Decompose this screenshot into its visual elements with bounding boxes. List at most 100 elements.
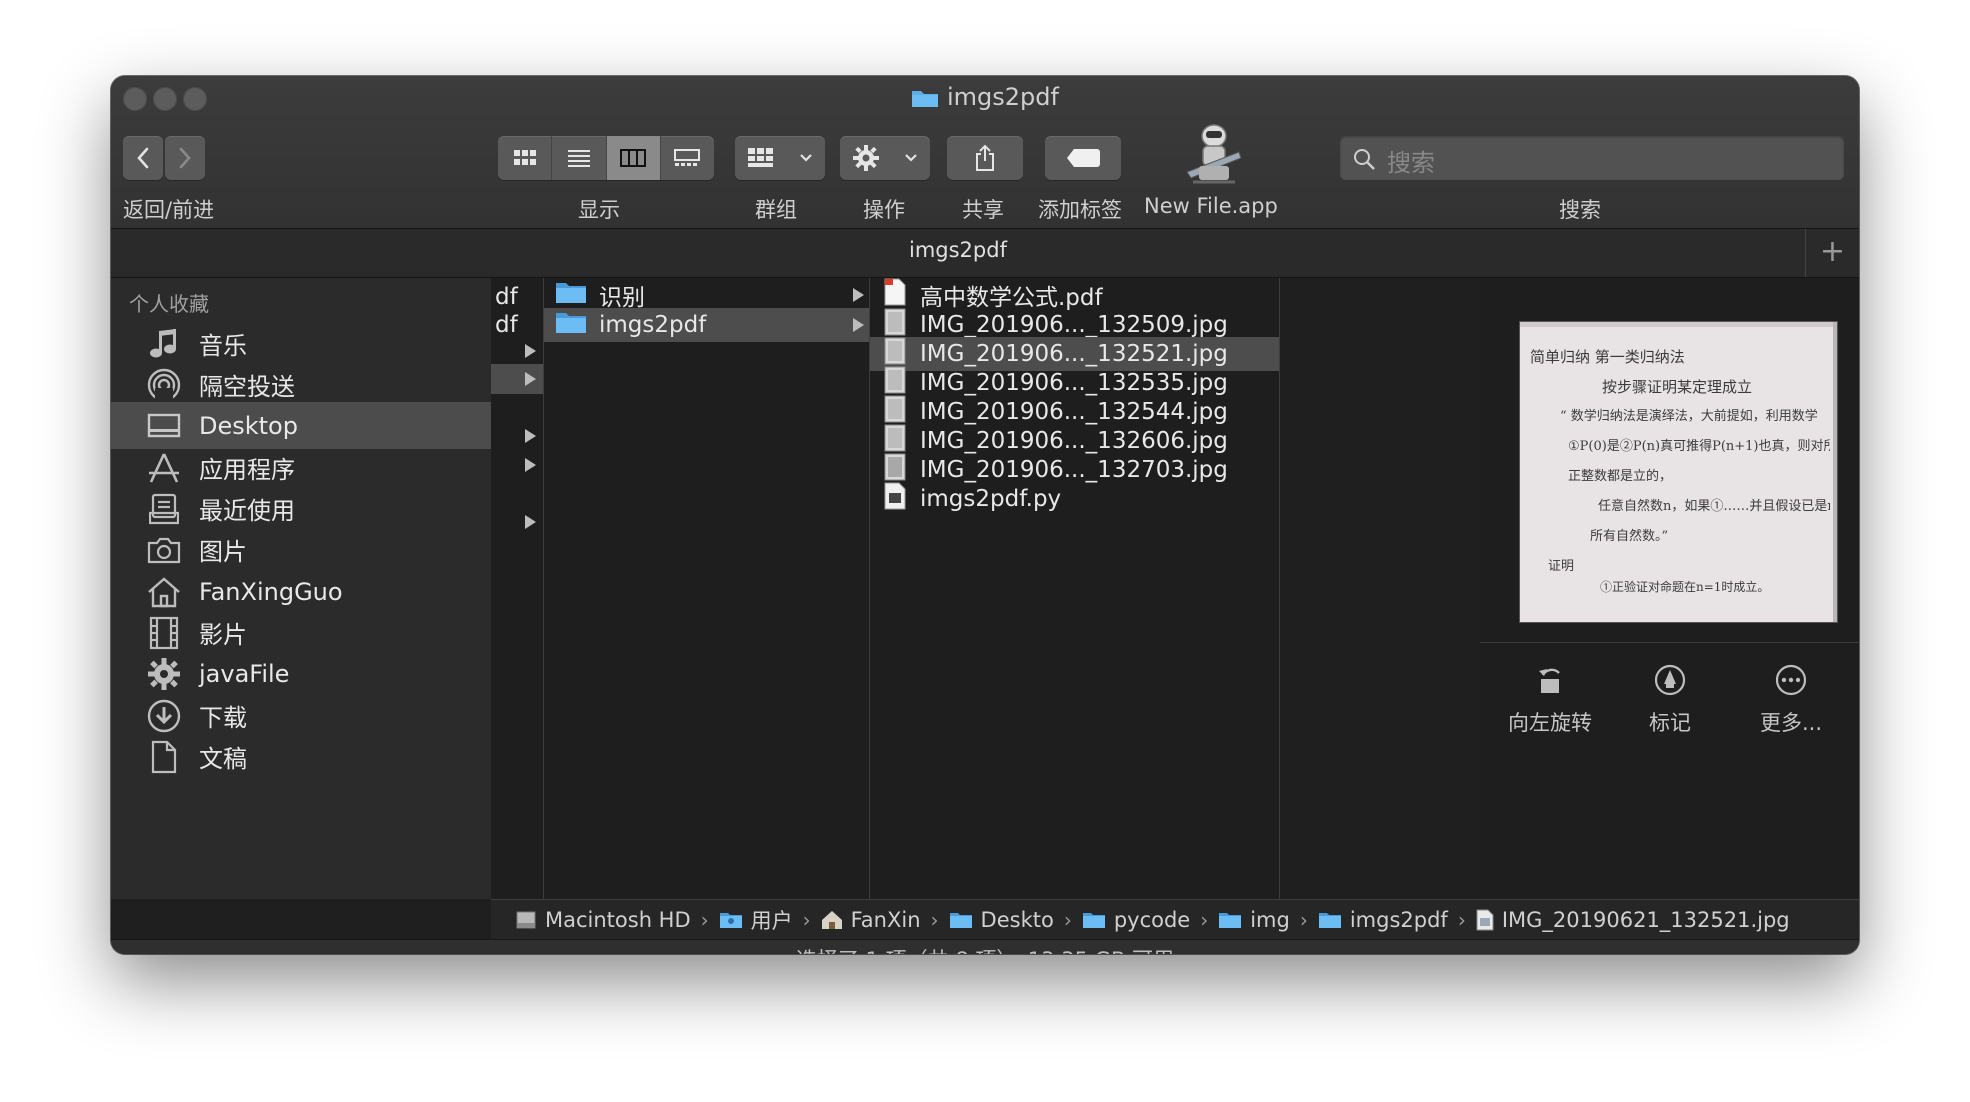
preview-pane: 简单归纳 第一类归纳法 按步骤证明某定理成立 “ 数学归纳法是演绎法，大前提如，… <box>1480 278 1859 899</box>
list-item-imgs2pdf[interactable]: imgs2pdf <box>544 308 869 342</box>
handwritten-notes: 简单归纳 第一类归纳法 按步骤证明某定理成立 “ 数学归纳法是演绎法，大前提如，… <box>1530 348 1830 594</box>
disclosure-arrow-icon <box>525 515 536 529</box>
disclosure-arrow-icon <box>853 288 864 302</box>
search-placeholder: 搜索 <box>1387 149 1435 177</box>
path-bar: Macintosh HD › 用户 › FanXin › Deskto › pycode… <box>491 899 1859 939</box>
group-label: 群组 <box>755 198 797 222</box>
group-button[interactable] <box>735 136 825 180</box>
sidebar-item-javafile[interactable]: javaFile <box>111 650 491 697</box>
column-view-button[interactable] <box>606 136 661 180</box>
breadcrumb-file[interactable]: IMG_20190621_132521.jpg <box>1476 908 1790 932</box>
search-field[interactable]: 搜索 <box>1340 136 1844 180</box>
sidebar-item-home[interactable]: FanXingGuo <box>111 568 491 615</box>
status-bar: 选择了 1 项（共 8 项），13.35 GB 可用 <box>111 939 1859 954</box>
folder-icon <box>719 911 743 929</box>
image-preview-thumbnail: 简单归纳 第一类归纳法 按步骤证明某定理成立 “ 数学归纳法是演绎法，大前提如，… <box>1520 322 1837 622</box>
nav-label: 返回/前进 <box>123 198 215 222</box>
download-icon <box>145 697 183 735</box>
icon-view-button[interactable] <box>498 136 553 180</box>
home-icon <box>145 573 183 611</box>
toolbar: imgs2pdf 返回/前进 显示 群组 操作 共享 添加标签 New File… <box>111 76 1859 229</box>
disclosure-arrow-icon <box>525 458 536 472</box>
breadcrumb-desktop[interactable]: Deskto › <box>949 908 1082 932</box>
rotate-left-button[interactable]: 向左旋转 <box>1490 663 1610 737</box>
film-icon <box>145 614 183 652</box>
action-label: 操作 <box>863 198 905 222</box>
view-mode-control[interactable] <box>498 136 714 180</box>
sidebar-item-recents[interactable]: 最近使用 <box>111 485 491 532</box>
tag-icon <box>1067 149 1100 167</box>
view-label: 显示 <box>578 198 620 222</box>
documents-icon <box>145 738 183 776</box>
folder-icon <box>949 911 973 929</box>
add-tag-button[interactable] <box>1045 136 1121 180</box>
sidebar-header: 个人收藏 <box>129 292 209 316</box>
desktop-icon <box>145 407 183 445</box>
breadcrumb-macintosh-hd[interactable]: Macintosh HD › <box>515 908 719 932</box>
share-button[interactable] <box>947 136 1023 180</box>
airdrop-icon <box>145 366 183 404</box>
breadcrumb-pycode[interactable]: pycode › <box>1082 908 1218 932</box>
recents-icon <box>145 490 183 528</box>
sidebar-item-applications[interactable]: 应用程序 <box>111 444 491 491</box>
chevron-down-icon <box>800 154 812 162</box>
tab-bar: imgs2pdf + <box>111 229 1859 278</box>
back-button[interactable] <box>123 136 163 180</box>
list-item-file[interactable]: 高中数学公式.pdf <box>870 278 1279 312</box>
sidebar-item-airdrop[interactable]: 隔空投送 <box>111 361 491 408</box>
columns-icon <box>620 149 647 167</box>
breadcrumb-home[interactable]: FanXin › <box>821 908 949 932</box>
group-grid-icon <box>748 148 773 167</box>
preview-divider <box>1480 642 1859 643</box>
tag-label: 添加标签 <box>1038 198 1122 222</box>
forward-button[interactable] <box>165 136 205 180</box>
folder-icon <box>1082 911 1106 929</box>
automator-robot-icon[interactable] <box>1179 122 1249 188</box>
gallery-icon <box>674 149 701 166</box>
more-icon <box>1775 664 1807 696</box>
tab-title[interactable]: imgs2pdf <box>111 238 1805 262</box>
music-note-icon <box>145 325 183 363</box>
sidebar-item-movies[interactable]: 影片 <box>111 609 491 656</box>
folder-icon <box>1218 911 1242 929</box>
markup-pen-icon <box>1654 664 1686 696</box>
list-item-shibie[interactable]: 识别 <box>544 278 869 312</box>
chevron-down-icon <box>905 154 917 162</box>
sidebar-item-documents[interactable]: 文稿 <box>111 733 491 780</box>
action-button[interactable] <box>840 136 930 180</box>
new-tab-button[interactable]: + <box>1805 229 1859 277</box>
gear-icon <box>145 655 183 693</box>
applications-icon <box>145 449 183 487</box>
file-icon <box>1476 909 1494 931</box>
chevron-left-icon <box>137 147 149 169</box>
rotate-left-icon <box>1539 668 1560 693</box>
breadcrumb-img[interactable]: img › <box>1218 908 1318 932</box>
more-button[interactable]: 更多... <box>1731 663 1851 737</box>
disclosure-arrow-icon <box>525 429 536 443</box>
markup-button[interactable]: 标记 <box>1610 663 1730 737</box>
grid-icon <box>513 150 536 165</box>
gallery-view-button[interactable] <box>661 136 714 180</box>
sidebar-item-downloads[interactable]: 下载 <box>111 692 491 739</box>
list-item-file[interactable]: imgs2pdf.py <box>870 482 1279 516</box>
sidebar-item-pictures[interactable]: 图片 <box>111 526 491 573</box>
gear-icon <box>853 145 879 171</box>
sidebar-item-desktop[interactable]: Desktop <box>111 402 491 449</box>
disclosure-arrow-icon <box>525 372 536 386</box>
window-title: imgs2pdf <box>111 83 1859 114</box>
chevron-right-icon <box>179 147 191 169</box>
hard-drive-icon <box>515 909 537 931</box>
app-label: New File.app <box>1144 194 1278 218</box>
folder-icon <box>911 86 939 114</box>
sidebar: 个人收藏 音乐 隔空投送 Desktop 应用程序 最近使用 图片 FanXin… <box>111 278 491 899</box>
breadcrumb-users[interactable]: 用户 › <box>719 905 821 935</box>
breadcrumb-imgs2pdf[interactable]: imgs2pdf › <box>1318 908 1476 932</box>
column-pycode: 识别 imgs2pdf <box>544 278 870 899</box>
sidebar-item-music[interactable]: 音乐 <box>111 320 491 367</box>
list-icon <box>567 150 590 167</box>
folder-icon <box>1318 911 1342 929</box>
list-item[interactable]: df <box>491 308 547 342</box>
share-label: 共享 <box>962 198 1004 222</box>
disclosure-arrow-icon <box>525 344 536 358</box>
list-view-button[interactable] <box>552 136 607 180</box>
